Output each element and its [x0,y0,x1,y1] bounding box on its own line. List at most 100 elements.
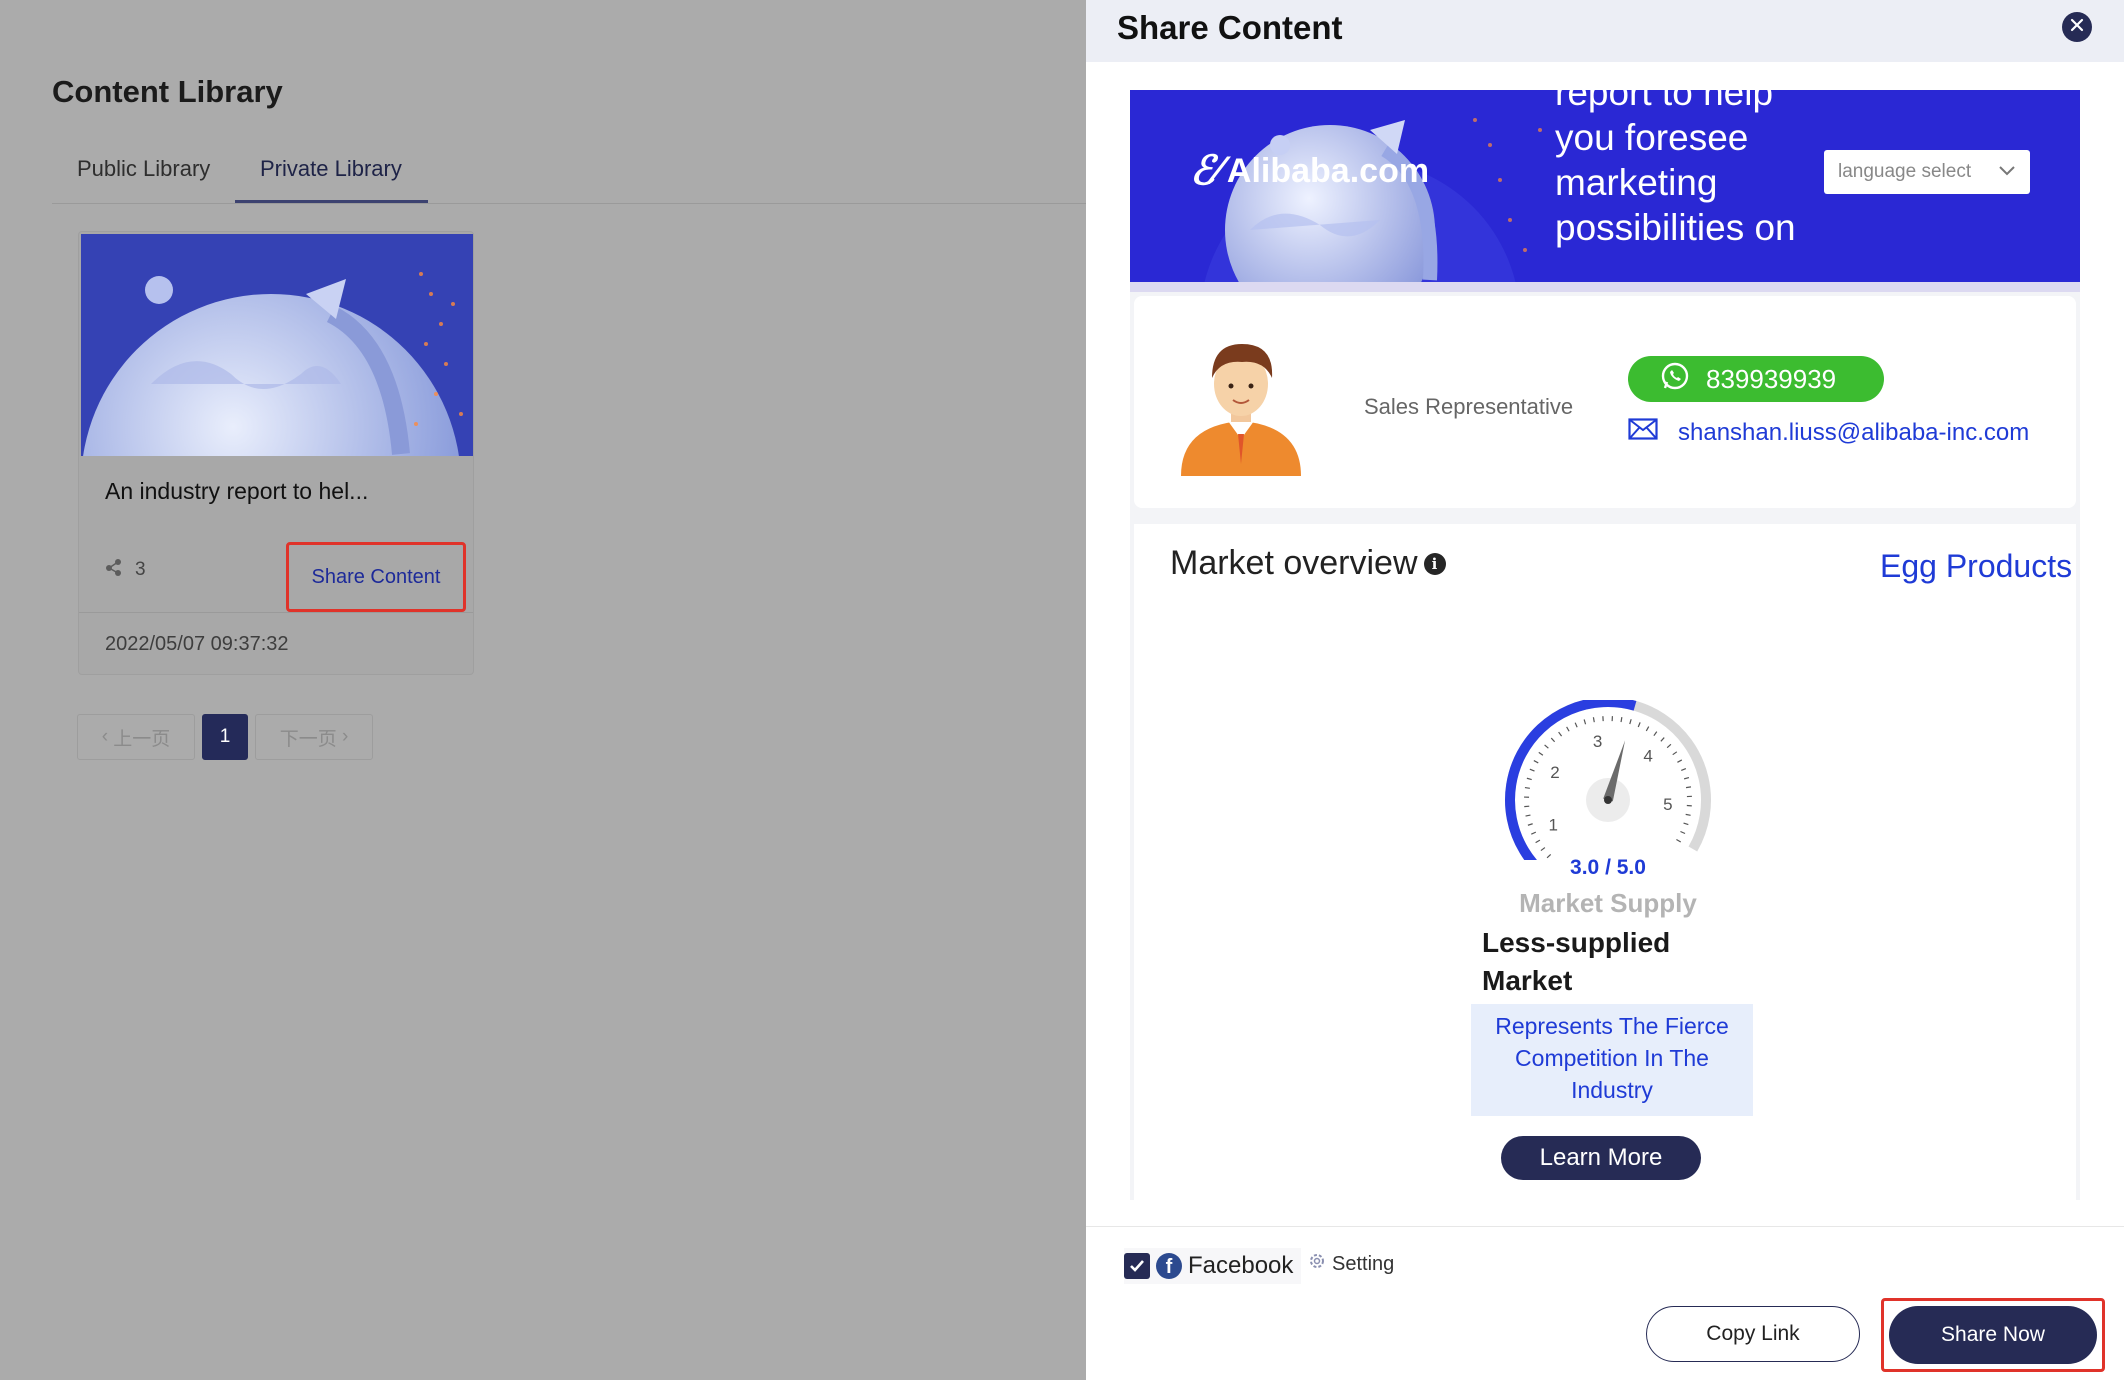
gauge-tick [1637,722,1641,728]
library-tabs: Public Library Private Library [52,150,1086,204]
card-title[interactable]: An industry report to hel... [105,478,368,505]
rep-role: Sales Representative [1364,394,1574,419]
email-link[interactable]: shanshan.liuss@alibaba-inc.com [1628,418,2029,447]
supply-description: Represents The Fierce Competition In The… [1471,1004,1753,1116]
gauge-tick-label: 1 [1548,815,1557,834]
pagination-next-button[interactable]: 下一页 › [255,714,373,760]
gauge-tick [1629,719,1632,725]
learn-more-button[interactable]: Learn More [1501,1136,1701,1180]
gauge-tick [1531,831,1537,835]
market-supply-gauge: 1 2 3 4 5 [1498,697,1718,879]
gauge-tick [1540,847,1546,852]
banner-strip [1130,282,2080,292]
close-button[interactable] [2062,12,2092,42]
setting-link[interactable]: Setting [1308,1252,1394,1276]
facebook-option[interactable]: f Facebook [1124,1248,1302,1284]
gauge-tick [1550,737,1556,743]
alibaba-logo-text: Alibaba.com [1226,151,1430,190]
whatsapp-icon [1660,361,1690,398]
card-date: 2022/05/07 09:37:32 [105,633,289,655]
drawer-header: Share Content [1086,0,2124,62]
gauge-tick [1676,838,1682,843]
whatsapp-button[interactable]: 839939939 [1628,356,1884,402]
chevron-left-icon: ‹ [101,726,114,747]
gauge-tick [1683,822,1689,826]
share-count: 3 [105,558,146,582]
gauge-caption: Market Supply [1519,888,1697,918]
market-overview-title: Market overview i [1170,544,1446,583]
facebook-icon: f [1156,1253,1182,1279]
contact-card: Sales Representative 839939939 shanshan.… [1134,296,2076,508]
pagination-page-1[interactable]: 1 [202,714,248,760]
active-tab-indicator [235,200,428,203]
share-now-highlight: Share Now [1881,1298,2105,1372]
copy-link-button[interactable]: Copy Link [1646,1306,1860,1362]
gauge-tick [1685,786,1692,789]
footer-divider [1086,1226,2124,1227]
language-select[interactable]: language select [1824,150,2030,194]
tab-private-library[interactable]: Private Library [260,156,402,182]
alibaba-logo: ℰ⁄ Alibaba.com [1190,148,1429,194]
language-select-label: language select [1838,161,1972,182]
pagination-prev-button[interactable]: ‹ 上一页 [77,714,195,760]
gear-icon [1308,1252,1326,1276]
gauge-tick [1566,726,1570,732]
chevron-down-icon [1998,161,2016,183]
gauge-tick [1538,751,1544,756]
gauge-tick [1645,726,1650,732]
gauge-tick [1529,768,1535,772]
checkmark-icon [1130,1260,1144,1272]
gauge-tick [1685,813,1691,816]
gauge-value: 3.0 / 5.0 [1570,856,1646,879]
facebook-checkbox[interactable] [1124,1253,1150,1279]
share-count-value: 3 [135,559,146,580]
gauge-tick [1653,731,1658,737]
gauge-tick [1558,731,1563,737]
chevron-right-icon: › [336,726,349,747]
gauge-tick-label: 2 [1550,763,1559,782]
content-preview: ℰ⁄ Alibaba.com report to help you forese… [1130,90,2080,1200]
gauge-tick [1574,722,1578,728]
gauge-tick [1683,776,1690,780]
gauge-tick [1524,786,1530,789]
pagination-prev-label: 上一页 [113,728,171,750]
gauge-pivot [1604,796,1612,804]
market-title-text: Market overview [1170,544,1418,582]
share-now-button[interactable]: Share Now [1889,1306,2097,1364]
close-icon [2070,18,2084,37]
gauge-tick-label: 4 [1643,746,1652,765]
gauge-tick-label: 3 [1593,732,1602,751]
email-address: shanshan.liuss@alibaba-inc.com [1678,418,2030,446]
gauge-tick [1525,814,1531,817]
share-content-drawer: Share Content ℰ⁄ Alibaba.com report to h… [1086,0,2124,1380]
share-icon [105,558,123,582]
tab-public-library[interactable]: Public Library [77,156,210,182]
gauge-tick [1533,760,1539,764]
setting-label: Setting [1332,1252,1395,1275]
gauge-tick [1592,717,1595,723]
share-content-button[interactable]: Share Content [286,542,466,612]
content-card[interactable]: An industry report to hel... 3 Share Con… [78,231,474,675]
gauge-tick [1527,823,1533,826]
whatsapp-number: 839939939 [1706,363,1837,394]
gauge-tick [1526,777,1532,781]
gauge-tick [1660,737,1665,742]
category-label[interactable]: Egg Products [1880,548,2072,585]
supply-level: Less-supplied Market [1482,927,1671,996]
info-icon[interactable]: i [1423,552,1446,575]
facebook-label: Facebook [1188,1252,1294,1279]
card-divider [79,612,473,613]
gauge-tick [1583,719,1587,725]
gauge-tick [1681,767,1687,771]
market-overview-card: Market overview i Egg Products 1 2 3 4 5 3.0… [1134,524,2076,1200]
content-banner: ℰ⁄ Alibaba.com report to help you forese… [1130,90,2080,282]
card-thumbnail [81,234,473,456]
gauge-tick [1620,717,1623,723]
gauge-tick [1544,744,1549,749]
alibaba-logo-icon: ℰ⁄ [1190,149,1221,193]
gauge-tick [1680,830,1686,835]
gauge-tick [1666,743,1672,749]
gauge-tick [1677,759,1683,763]
page-title: Content Library [52,74,283,109]
banner-headline: report to help you foresee marketing pos… [1555,90,1796,248]
